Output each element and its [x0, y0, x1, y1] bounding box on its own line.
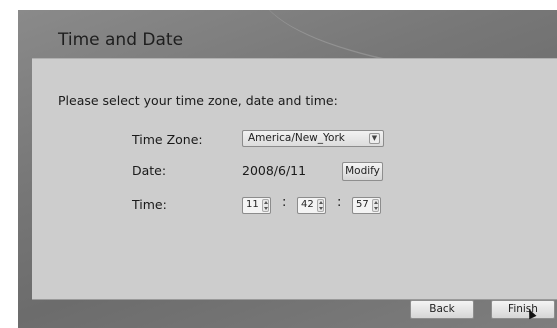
spinner-arrows-icon[interactable] — [317, 199, 324, 212]
spinner-arrows-icon[interactable] — [262, 199, 269, 212]
date-value: 2008/6/11 — [242, 163, 307, 178]
minutes-value: 42 — [301, 199, 314, 210]
spinner-arrows-icon[interactable] — [372, 199, 379, 212]
chevron-down-icon[interactable]: ▼ — [369, 133, 380, 144]
time-zone-label: Time Zone: — [132, 132, 203, 147]
time-zone-value: America/New_York — [248, 132, 345, 144]
seconds-spinbox[interactable]: 57 — [352, 197, 381, 214]
hours-value: 11 — [246, 199, 259, 210]
installer-window: Time and Date Please select your time zo… — [18, 10, 557, 328]
page-title: Time and Date — [58, 30, 184, 50]
time-separator: : — [282, 195, 287, 210]
content-panel: Please select your time zone, date and t… — [32, 58, 557, 300]
modify-date-button[interactable]: Modify — [342, 162, 383, 181]
instruction-text: Please select your time zone, date and t… — [58, 93, 338, 108]
time-zone-select[interactable]: America/New_York ▼ — [242, 130, 384, 147]
date-label: Date: — [132, 163, 167, 178]
finish-button[interactable]: Finish — [491, 300, 555, 319]
time-separator: : — [337, 195, 342, 210]
time-label: Time: — [132, 197, 167, 212]
minutes-spinbox[interactable]: 42 — [297, 197, 326, 214]
hours-spinbox[interactable]: 11 — [242, 197, 271, 214]
seconds-value: 57 — [356, 199, 369, 210]
back-button[interactable]: Back — [410, 300, 474, 319]
